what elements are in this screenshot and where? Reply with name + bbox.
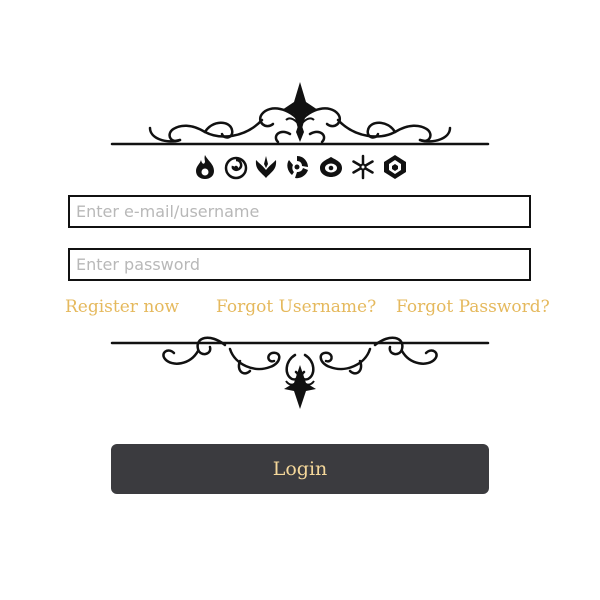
cryo-icon [352, 154, 374, 180]
email-username-field[interactable] [68, 195, 531, 228]
pyro-icon [196, 155, 214, 179]
anemo-icon [255, 156, 277, 178]
hydro-icon [224, 156, 248, 180]
electro-icon [287, 156, 308, 179]
register-now-link[interactable]: Register now [65, 297, 179, 317]
login-button[interactable]: Login [111, 444, 489, 494]
forgot-password-link[interactable]: Forgot Password? [396, 297, 550, 317]
element-icons-row [0, 154, 600, 184]
ornament-bottom-flourish [110, 336, 490, 409]
password-field[interactable] [68, 248, 531, 281]
forgot-username-link[interactable]: Forgot Username? [216, 297, 376, 317]
ornament-top-flourish [110, 82, 490, 146]
geo-icon [384, 155, 406, 179]
dendro-icon [320, 157, 342, 177]
